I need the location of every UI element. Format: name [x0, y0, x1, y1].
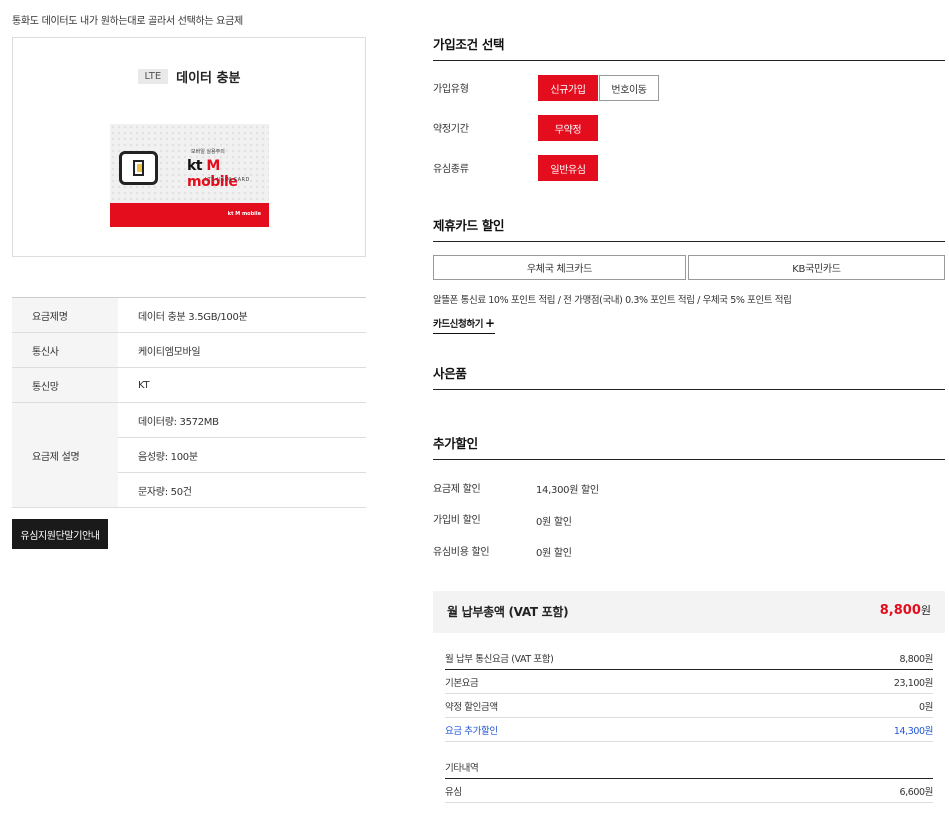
discount-value: 14,300원 할인	[536, 485, 599, 496]
contract-term-label: 약정기간	[433, 124, 469, 135]
plus-icon: +	[485, 316, 495, 330]
kb-card-button[interactable]: KB국민카드	[688, 255, 945, 280]
gift-title: 사은품	[433, 366, 467, 381]
table-row: 통신망 KT	[12, 367, 366, 403]
spec-value: 데이터 충분 3.5GB/100분	[118, 297, 366, 333]
normal-usim-button[interactable]: 일반유심	[538, 155, 598, 181]
join-conditions-title: 가입조건 선택	[433, 37, 505, 52]
sim-chip-icon	[119, 151, 158, 185]
usim-band-logo: kt M mobile	[227, 211, 261, 217]
usim-card-type: LTE USIM CARD	[205, 177, 250, 183]
card-apply-link[interactable]: 카드신청하기 +	[433, 316, 495, 334]
monthly-total-box: 월 납부총액 (VAT 포함) 8,800원	[433, 591, 945, 633]
table-row: 요금제 설명 데이터량: 3572MB	[12, 402, 366, 508]
no-contract-button[interactable]: 무약정	[538, 115, 598, 141]
section-divider	[433, 241, 945, 242]
network-badge: LTE	[137, 69, 169, 84]
product-card: LTE 데이터 충분 모바일 실용주의 kt M mobile LTE USIM…	[12, 37, 366, 257]
spec-key: 요금제 설명	[12, 402, 118, 508]
monthly-total-value: 8,800원	[879, 603, 931, 618]
usim-card-image: 모바일 실용주의 kt M mobile LTE USIM CARD kt M …	[110, 124, 269, 227]
spec-value: 문자량: 50건	[118, 472, 366, 508]
usim-type-label: 유심종류	[433, 164, 469, 175]
discount-value: 0원 할인	[536, 548, 572, 559]
product-name: 데이터 충분	[176, 71, 241, 86]
extra-discount-title: 추가할인	[433, 436, 478, 451]
new-signup-button[interactable]: 신규가입	[538, 75, 598, 101]
page-tagline: 통화도 데이터도 내가 원하는대로 골라서 선택하는 요금제	[12, 16, 243, 27]
section-divider	[433, 459, 945, 460]
breakdown-row: 월 납부 통신요금 (VAT 포함) 8,800원	[445, 646, 933, 670]
usim-slogan: 모바일 실용주의	[191, 149, 225, 155]
card-benefit-text: 알뜰폰 통신료 10% 포인트 적립 / 전 가맹점(국내) 0.3% 포인트 …	[433, 295, 792, 306]
card-apply-label: 카드신청하기	[433, 319, 484, 330]
section-divider	[433, 60, 945, 61]
number-port-button[interactable]: 번호이동	[599, 75, 659, 101]
breakdown-row: 기본요금 23,100원	[445, 670, 933, 694]
table-row: 통신사 케이티엠모바일	[12, 332, 366, 368]
etc-header: 기타내역	[445, 755, 933, 779]
etc-row: 유심 6,600원	[445, 779, 933, 803]
discount-key: 가입비 할인	[433, 515, 481, 526]
plan-spec-table: 요금제명 데이터 충분 3.5GB/100분 통신사 케이티엠모바일 통신망 K…	[12, 297, 366, 508]
discount-key: 유심비용 할인	[433, 547, 490, 558]
post-office-card-button[interactable]: 우체국 체크카드	[433, 255, 686, 280]
spec-key: 통신사	[12, 332, 118, 368]
section-divider	[433, 389, 945, 390]
spec-value: 음성량: 100분	[118, 437, 366, 473]
join-type-label: 가입유형	[433, 84, 469, 95]
usim-device-guide-button[interactable]: 유심지원단말기안내	[12, 519, 108, 549]
product-title: LTE 데이터 충분	[13, 67, 365, 86]
spec-value: 데이터량: 3572MB	[118, 402, 366, 438]
usim-red-band: kt M mobile	[110, 203, 269, 227]
breakdown-row: 약정 할인금액 0원	[445, 694, 933, 718]
table-row: 요금제명 데이터 충분 3.5GB/100분	[12, 297, 366, 333]
discount-value: 0원 할인	[536, 517, 572, 528]
spec-key: 요금제명	[12, 297, 118, 333]
breakdown-row-extra-discount: 요금 추가할인 14,300원	[445, 718, 933, 742]
usim-brand-logo: kt M mobile	[187, 158, 238, 190]
spec-key: 통신망	[12, 367, 118, 403]
monthly-total-label: 월 납부총액 (VAT 포함)	[447, 605, 569, 619]
discount-key: 요금제 할인	[433, 484, 481, 495]
spec-value: KT	[118, 367, 366, 403]
partner-card-title: 제휴카드 할인	[433, 218, 505, 233]
spec-value: 케이티엠모바일	[118, 332, 366, 368]
